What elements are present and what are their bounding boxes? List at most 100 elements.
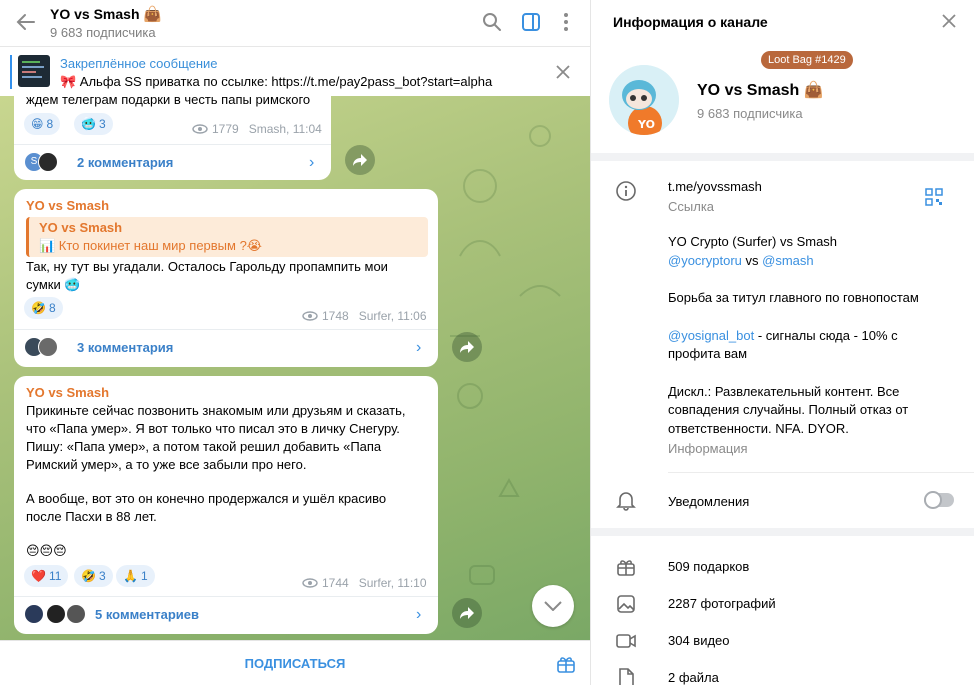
description-line: ответственности. NFA. DYOR.	[668, 420, 849, 436]
quote-text: 📊 Кто покинет наш мир первым ?😭	[39, 238, 262, 253]
info-icon	[616, 181, 636, 201]
chevron-right-icon: ›	[309, 153, 315, 171]
chat-title[interactable]: YO vs Smash 👜	[50, 5, 162, 23]
reaction-count: 3	[98, 569, 106, 583]
chat-pane: YO vs Smash 👜 9 683 подписчика Закреплён…	[0, 0, 590, 685]
link-label: Ссылка	[668, 199, 715, 214]
reaction-chip[interactable]: 😁 8	[24, 113, 61, 135]
photo-icon	[617, 595, 635, 613]
loot-badge[interactable]: Loot Bag #1429	[761, 51, 853, 69]
channel-avatar[interactable]: YO	[609, 65, 679, 135]
reaction-emoji: 🤣	[81, 569, 96, 583]
reaction-chip[interactable]: 🤣 3	[74, 565, 113, 587]
message-meta: 1744 Surfer, 11:10	[302, 576, 427, 590]
views-count: 1779	[212, 122, 239, 136]
message-bubble-3: YO vs Smash Прикиньте сейчас позвонить з…	[14, 376, 438, 634]
search-icon[interactable]	[481, 11, 503, 33]
pinned-title: Закреплённое сообщение	[60, 56, 218, 71]
comments-link[interactable]: 3 комментария ›	[14, 329, 438, 365]
views-eye-icon	[302, 311, 318, 321]
sender-name: YO vs Smash	[26, 198, 110, 213]
more-menu-icon[interactable]	[555, 11, 577, 33]
message-text: Так, ну тут вы угадали. Осталось Гарольд…	[26, 258, 388, 294]
toggle-knob	[924, 491, 942, 509]
close-pinned-icon[interactable]	[556, 65, 570, 79]
channel-name-text: YO vs Smash	[697, 82, 800, 99]
forward-button[interactable]	[345, 145, 375, 175]
reaction-count: 8	[48, 301, 56, 315]
notifications-toggle[interactable]	[924, 491, 954, 509]
subscribe-button[interactable]: ПОДПИСАТЬСЯ	[0, 656, 590, 671]
channel-name: YO vs Smash 👜	[697, 80, 824, 100]
channel-subscribers: 9 683 подписчика	[697, 106, 803, 121]
back-arrow-icon[interactable]	[14, 10, 38, 34]
commenter-avatar	[24, 604, 44, 624]
chevron-right-icon: ›	[416, 605, 422, 623]
reaction-emoji: 😁	[31, 117, 44, 131]
comments-link[interactable]: S 2 комментария ›	[14, 144, 331, 180]
files-count[interactable]: 2 файла	[668, 670, 719, 685]
reaction-count: 8	[46, 117, 54, 131]
forward-button[interactable]	[452, 598, 482, 628]
comments-link[interactable]: 5 комментариев ›	[14, 596, 438, 632]
gifts-count[interactable]: 509 подарков	[668, 559, 749, 574]
message-line	[26, 526, 405, 542]
reaction-chip[interactable]: ❤️ 11	[24, 565, 69, 587]
share-arrow-icon	[460, 607, 474, 619]
reply-quote[interactable]: YO vs Smash 📊 Кто покинет наш мир первым…	[26, 217, 428, 257]
description-text: - сигналы сюда - 10% с	[754, 327, 898, 343]
mention-link[interactable]: @yocryptoru	[668, 253, 742, 268]
description-label: Информация	[668, 441, 748, 456]
channel-link[interactable]: t.me/yovssmash	[668, 178, 762, 197]
mention-link[interactable]: @smash	[762, 253, 814, 268]
chat-subscribers: 9 683 подписчика	[50, 25, 156, 40]
share-arrow-icon	[353, 154, 367, 166]
commenter-avatar	[46, 604, 66, 624]
views-eye-icon	[302, 578, 318, 588]
reaction-emoji: 🤣	[31, 301, 46, 315]
views-count: 1748	[322, 309, 349, 323]
channel-info-pane: Информация о канале Loot Bag #1429 YO YO…	[590, 0, 974, 685]
message-line: Прикиньте сейчас позвонить знакомым или …	[26, 403, 406, 418]
message-meta: 1779 Smash, 11:04	[192, 122, 322, 136]
divider	[668, 472, 974, 473]
mention-link[interactable]: @yosignal_bot	[668, 328, 754, 343]
message-line	[26, 474, 405, 490]
commenter-avatar	[38, 152, 58, 172]
notifications-label: Уведомления	[668, 494, 750, 509]
videos-count[interactable]: 304 видео	[668, 633, 730, 648]
quote-author: YO vs Smash	[39, 220, 123, 235]
chat-title-text: YO vs Smash	[50, 6, 140, 22]
reaction-count: 3	[98, 117, 106, 131]
reaction-chip[interactable]: 🙏 1	[116, 565, 155, 587]
message-text: Прикиньте сейчас позвонить знакомым или …	[26, 402, 405, 560]
comments-count: 2 комментария	[77, 155, 174, 170]
pinned-message[interactable]: Закреплённое сообщение 🎀 Альфа SS приват…	[0, 46, 590, 96]
message-bubble-1: ждем телеграм подарки в честь папы римск…	[14, 86, 331, 180]
description-line: Борьба за титул главного по говнопостам	[668, 290, 919, 305]
message-line: 😔😔😔	[26, 543, 67, 558]
reaction-chip[interactable]: 🥶 3	[74, 113, 113, 135]
message-line: сумки 🥶	[26, 277, 81, 292]
reaction-chip[interactable]: 🤣 8	[24, 297, 63, 319]
video-icon	[616, 634, 636, 648]
message-line: А вообще, вот это он конечно продержался…	[26, 491, 387, 506]
description-line: Дискл.: Развлекательный контент. Все	[668, 383, 900, 399]
forward-button[interactable]	[452, 332, 482, 362]
reaction-emoji: 🥶	[81, 117, 96, 131]
chat-header: YO vs Smash 👜 9 683 подписчика	[0, 0, 590, 46]
close-icon[interactable]	[941, 13, 957, 29]
message-line: Так, ну тут вы угадали. Осталось Гарольд…	[26, 259, 388, 274]
message-meta: 1748 Surfer, 11:06	[302, 309, 427, 323]
author-time: Smash, 11:04	[248, 122, 322, 136]
reaction-emoji: ❤️	[31, 569, 46, 583]
scroll-down-button[interactable]	[532, 585, 574, 627]
commenter-avatar	[66, 604, 86, 624]
gift-icon[interactable]	[556, 654, 576, 674]
reaction-emoji: 🙏	[123, 569, 138, 583]
qr-code-icon[interactable]	[925, 188, 943, 206]
sidebar-toggle-icon[interactable]	[520, 11, 542, 33]
photos-count[interactable]: 2287 фотографий	[668, 596, 776, 611]
